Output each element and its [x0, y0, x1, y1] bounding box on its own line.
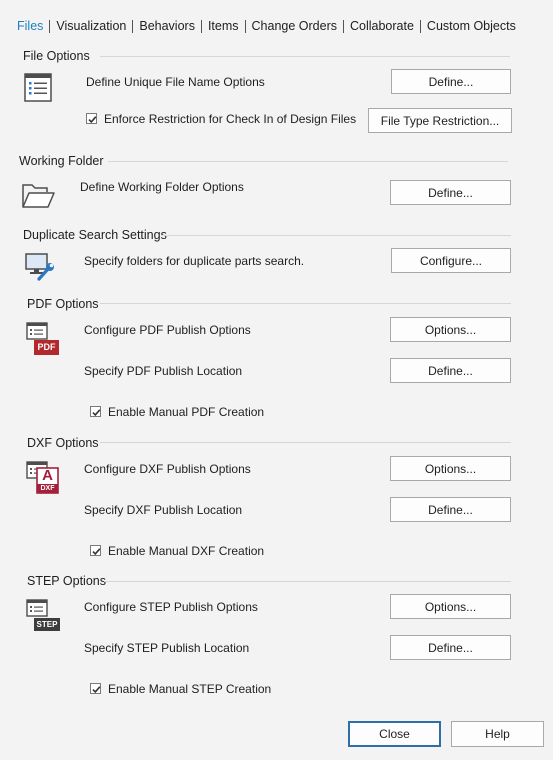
define-unique-file-name-button[interactable]: Define... [391, 69, 511, 94]
dxf-icon: A DXF [26, 459, 62, 495]
dxf-icon-text: DXF [40, 485, 55, 492]
tab-separator [200, 19, 202, 33]
folder-icon [22, 184, 55, 208]
tab-collaborate[interactable]: Collaborate [350, 19, 414, 33]
section-divider [108, 161, 508, 162]
enable-manual-pdf-checkbox[interactable] [90, 406, 101, 417]
tab-behaviors[interactable]: Behaviors [139, 19, 195, 33]
tab-separator [244, 19, 246, 33]
help-button[interactable]: Help [451, 721, 544, 747]
tab-separator [49, 19, 51, 33]
tab-items[interactable]: Items [208, 19, 239, 33]
section-divider [100, 442, 511, 443]
configure-dxf-label: Configure DXF Publish Options [84, 462, 251, 476]
enable-manual-pdf-label: Enable Manual PDF Creation [108, 405, 265, 419]
working-folder-label: Define Working Folder Options [80, 180, 244, 194]
configure-pdf-label: Configure PDF Publish Options [84, 323, 251, 337]
checkmark-icon [92, 548, 101, 556]
enforce-restriction-checkbox[interactable] [86, 113, 97, 124]
section-divider [162, 235, 511, 236]
checkmark-icon [92, 409, 101, 417]
file-options-title: File Options [23, 49, 90, 63]
tab-bar: Files Visualization Behaviors Items Chan… [17, 17, 516, 35]
dxf-location-label: Specify DXF Publish Location [84, 503, 243, 517]
section-divider [100, 303, 511, 304]
step-icon: STEP [26, 597, 62, 633]
duplicate-search-label: Specify folders for duplicate parts sear… [84, 254, 305, 268]
pdf-icon-text: PDF [37, 342, 56, 352]
tab-visualization[interactable]: Visualization [56, 19, 126, 33]
tab-files[interactable]: Files [17, 19, 43, 33]
monitor-wrench-icon [25, 253, 54, 281]
enable-manual-dxf-label: Enable Manual DXF Creation [108, 544, 265, 558]
enable-manual-step-label: Enable Manual STEP Creation [108, 682, 272, 696]
dxf-options-title: DXF Options [27, 436, 99, 450]
checkmark-icon [92, 686, 101, 694]
pdf-options-button[interactable]: Options... [390, 317, 511, 342]
tab-separator [419, 19, 421, 33]
tab-separator [132, 19, 134, 33]
working-folder-title: Working Folder [19, 154, 104, 168]
step-options-title: STEP Options [27, 574, 106, 588]
pdf-options-title: PDF Options [27, 297, 99, 311]
step-options-button[interactable]: Options... [390, 594, 511, 619]
file-type-restriction-button[interactable]: File Type Restriction... [368, 108, 512, 133]
step-location-label: Specify STEP Publish Location [84, 641, 250, 655]
duplicate-search-title: Duplicate Search Settings [23, 228, 167, 242]
define-pdf-location-button[interactable]: Define... [390, 358, 511, 383]
pdf-location-label: Specify PDF Publish Location [84, 364, 243, 378]
define-step-location-button[interactable]: Define... [390, 635, 511, 660]
enable-manual-dxf-checkbox[interactable] [90, 545, 101, 556]
unique-file-name-label: Define Unique File Name Options [86, 75, 265, 89]
checkmark-icon [88, 116, 97, 124]
enable-manual-step-checkbox[interactable] [90, 683, 101, 694]
tab-separator [342, 19, 344, 33]
section-divider [100, 56, 510, 57]
section-divider [104, 581, 511, 582]
define-working-folder-button[interactable]: Define... [390, 180, 511, 205]
configure-step-label: Configure STEP Publish Options [84, 600, 258, 614]
step-icon-text: STEP [36, 620, 58, 629]
dxf-options-button[interactable]: Options... [390, 456, 511, 481]
dxf-icon-letter: A [42, 467, 53, 484]
configure-duplicate-search-button[interactable]: Configure... [391, 248, 511, 273]
list-document-icon [24, 73, 52, 102]
close-button[interactable]: Close [348, 721, 441, 747]
tab-change-orders[interactable]: Change Orders [252, 19, 337, 33]
define-dxf-location-button[interactable]: Define... [390, 497, 511, 522]
enforce-restriction-label: Enforce Restriction for Check In of Desi… [104, 112, 357, 126]
tab-custom-objects[interactable]: Custom Objects [427, 19, 516, 33]
pdf-icon: PDF [26, 320, 60, 356]
